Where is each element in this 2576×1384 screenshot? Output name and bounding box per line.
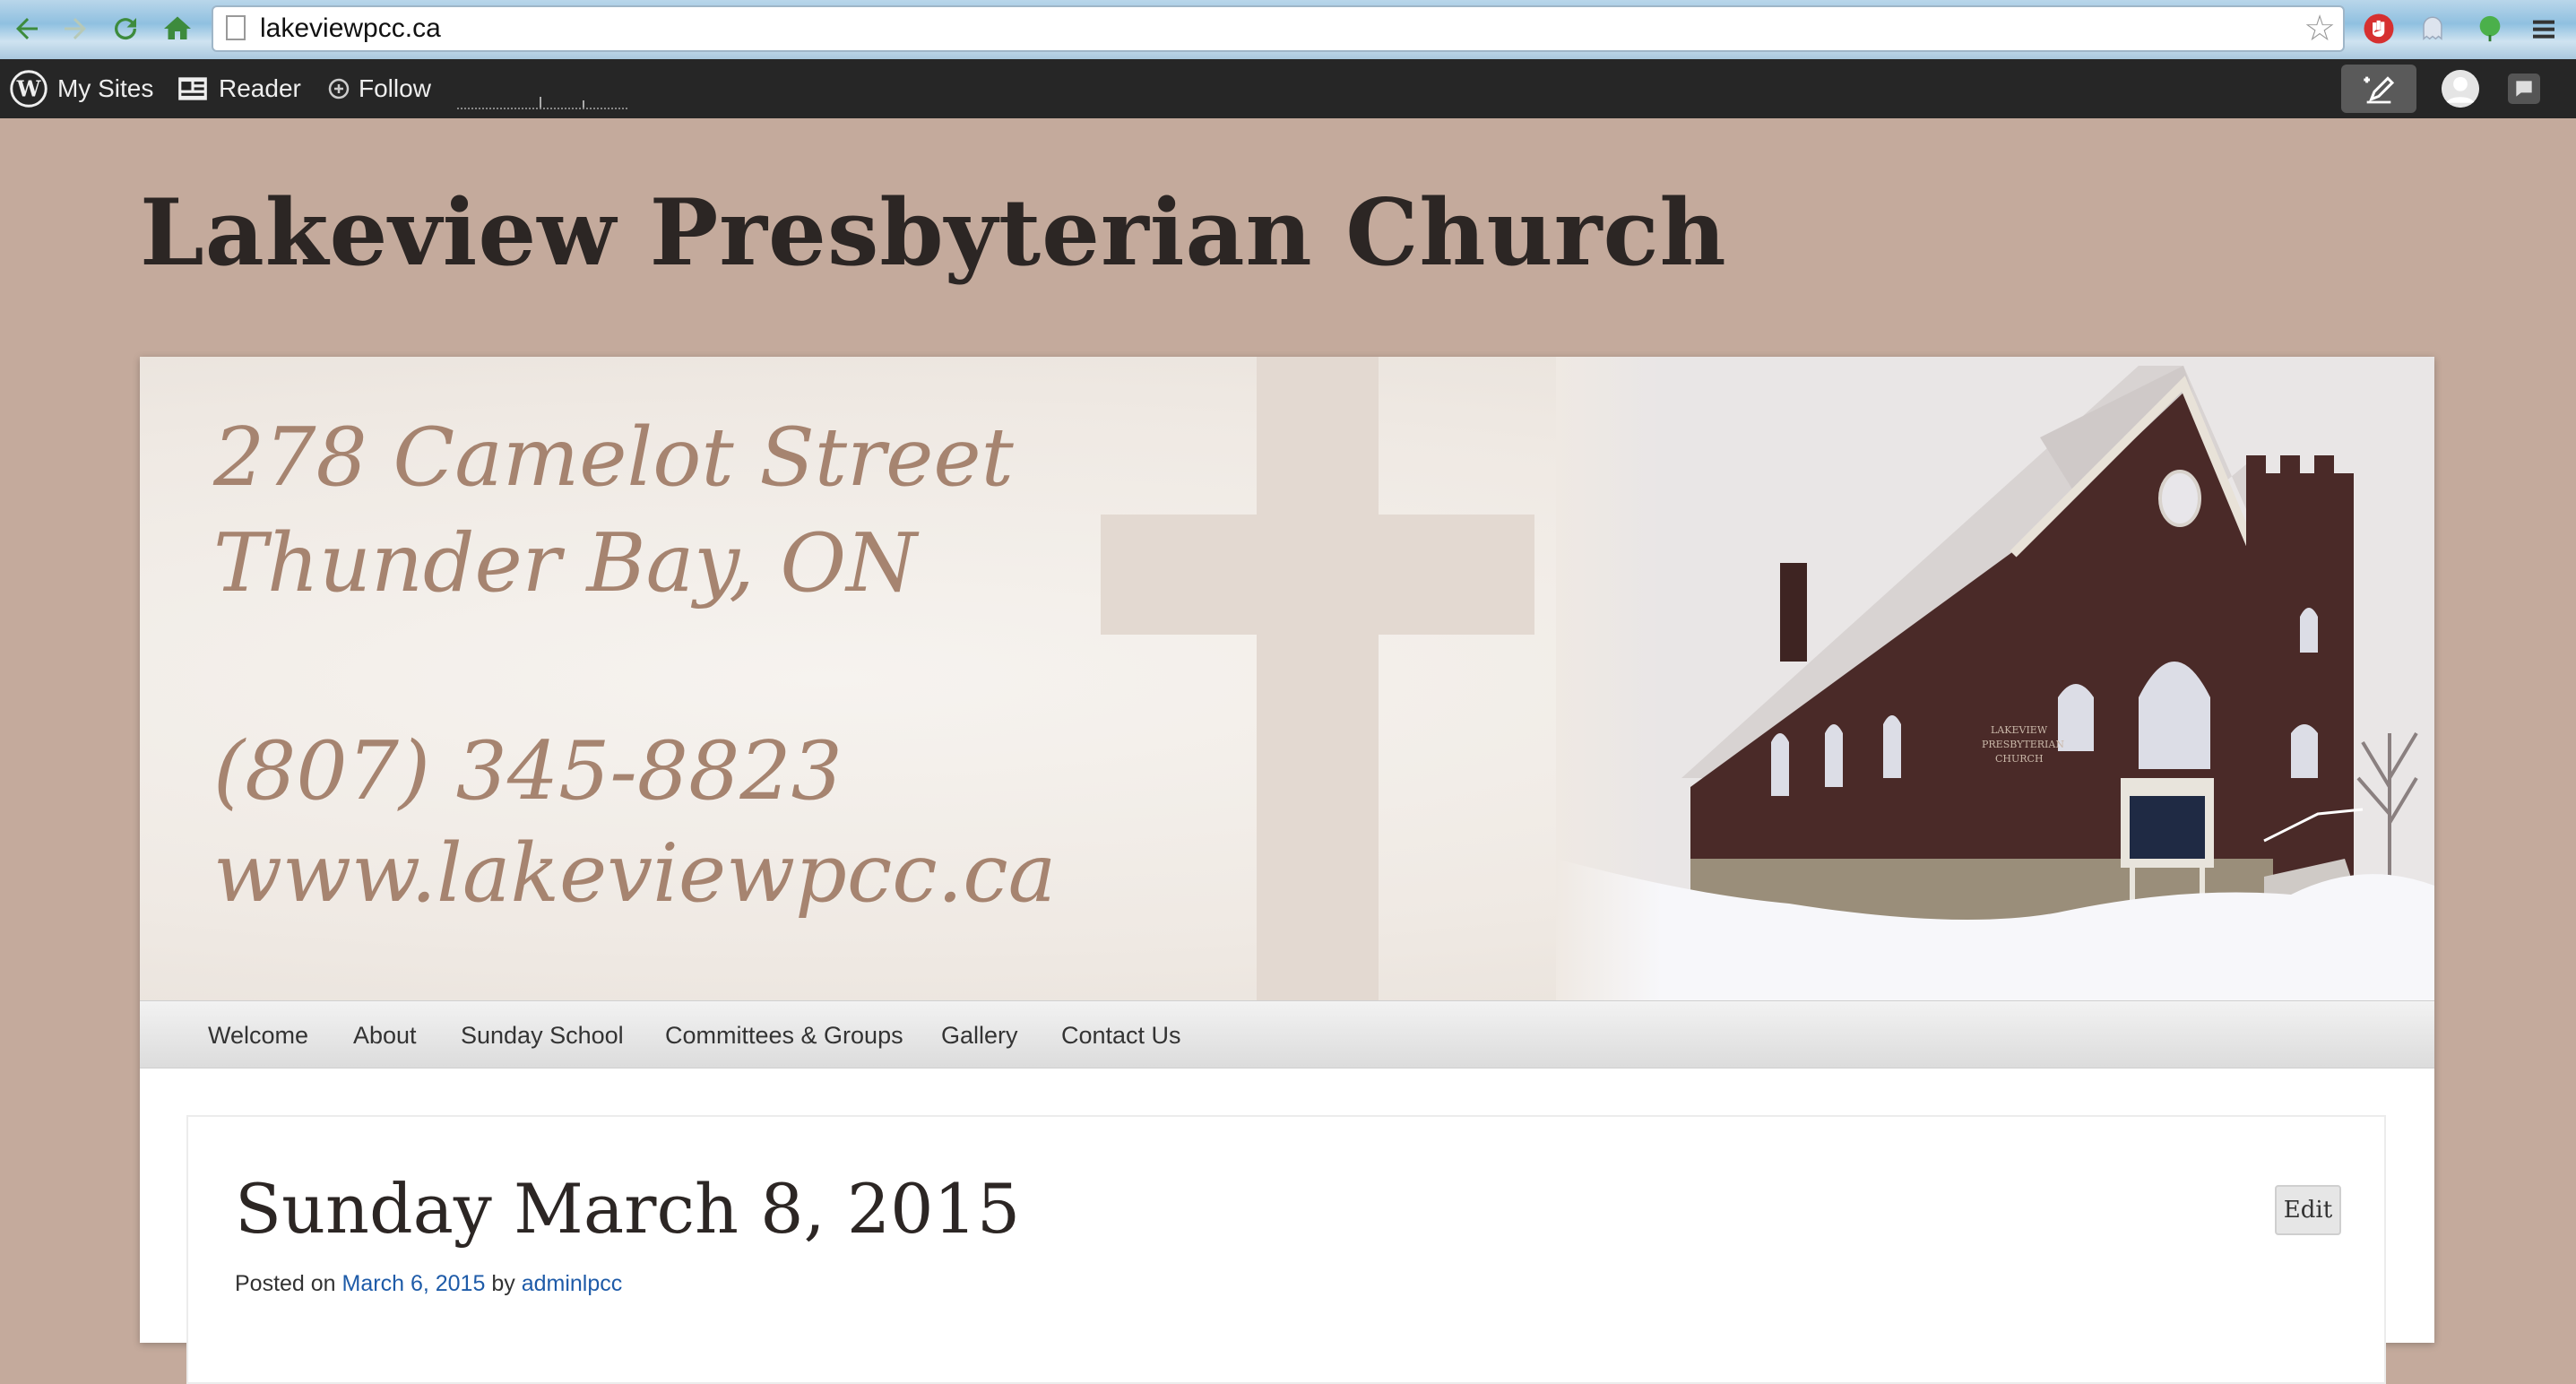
ghost-extension-icon[interactable] xyxy=(2415,11,2451,47)
address-bar[interactable]: lakeviewpcc.ca ☆ xyxy=(212,5,2345,52)
svg-text:W: W xyxy=(16,76,42,101)
new-post-icon xyxy=(2364,76,2395,104)
stats-sparkline[interactable] xyxy=(457,95,627,109)
menu-item-about[interactable]: About xyxy=(353,1001,417,1069)
sparkline-bar xyxy=(540,97,541,108)
reader-label: Reader xyxy=(219,74,301,102)
page-container: 278 Camelot Street Thunder Bay, ON (807)… xyxy=(140,357,2434,1384)
header-phone-line: (807) 345-8823 xyxy=(213,724,843,818)
evernote-extension-icon[interactable] xyxy=(2472,11,2508,47)
follow-label: Follow xyxy=(359,74,431,102)
avatar[interactable] xyxy=(2442,70,2479,108)
home-button[interactable] xyxy=(158,9,197,48)
back-button[interactable] xyxy=(7,9,47,48)
post-meta: Posted on March 6, 2015 by adminlpcc xyxy=(235,1271,622,1297)
post-author-link[interactable]: adminlpcc xyxy=(522,1271,623,1296)
header-website-line: www.lakeviewpcc.ca xyxy=(213,826,1057,921)
menu-item-contact-us[interactable]: Contact Us xyxy=(1061,1001,1181,1069)
browser-toolbar: lakeviewpcc.ca ☆ xyxy=(0,0,2576,59)
sparkline-bar xyxy=(583,100,584,108)
reload-icon xyxy=(115,18,137,40)
header-address-line: 278 Camelot Street xyxy=(213,411,1014,505)
notifications-button[interactable] xyxy=(2508,74,2540,104)
reload-button[interactable] xyxy=(106,9,145,48)
url-text: lakeviewpcc.ca xyxy=(260,13,441,43)
adblock-extension-icon[interactable] xyxy=(2361,11,2397,47)
browser-menu-icon[interactable] xyxy=(2526,11,2562,47)
main-navigation: Welcome About Sunday School Committees &… xyxy=(140,1000,2434,1068)
post-title[interactable]: Sunday March 8, 2015 xyxy=(235,1169,1020,1249)
wordpress-logo-icon: W xyxy=(10,70,48,108)
wp-follow[interactable]: Follow xyxy=(328,59,431,118)
site-title[interactable]: Lakeview Presbyterian Church xyxy=(140,179,1727,287)
my-sites-label: My Sites xyxy=(57,74,154,102)
bookmark-star-icon[interactable]: ☆ xyxy=(2304,11,2336,47)
wp-my-sites[interactable]: W My Sites xyxy=(9,59,153,118)
by-label: by xyxy=(491,1271,515,1296)
new-post-button[interactable] xyxy=(2341,65,2416,113)
wp-reader[interactable]: Reader xyxy=(176,59,301,118)
posted-on-label: Posted on xyxy=(235,1271,336,1296)
cross-vertical xyxy=(1257,357,1379,1000)
page-icon xyxy=(226,15,246,40)
menu-item-welcome[interactable]: Welcome xyxy=(208,1001,308,1069)
menu-item-committees-groups[interactable]: Committees & Groups xyxy=(665,1001,903,1069)
menu-item-gallery[interactable]: Gallery xyxy=(941,1001,1018,1069)
menu-item-sunday-school[interactable]: Sunday School xyxy=(461,1001,624,1069)
post-date-link[interactable]: March 6, 2015 xyxy=(342,1271,486,1296)
wp-admin-bar: W My Sites Reader Follow xyxy=(0,59,2576,118)
follow-plus-icon xyxy=(328,78,350,99)
back-arrow-icon xyxy=(16,18,38,39)
edit-button[interactable]: Edit xyxy=(2275,1185,2341,1235)
header-image[interactable]: 278 Camelot Street Thunder Bay, ON (807)… xyxy=(140,357,2434,1000)
home-icon xyxy=(164,16,191,39)
header-city-line: Thunder Bay, ON xyxy=(213,516,917,610)
forward-arrow-icon xyxy=(65,18,86,39)
church-photo: LAKEVIEW PRESBYTERIAN CHURCH xyxy=(1556,357,2434,1000)
cross-horizontal xyxy=(1101,515,1534,635)
notifications-icon xyxy=(2516,81,2532,97)
post-article: Sunday March 8, 2015 Posted on March 6, … xyxy=(186,1115,2386,1384)
forward-button[interactable] xyxy=(56,9,95,48)
reader-icon xyxy=(178,77,207,100)
